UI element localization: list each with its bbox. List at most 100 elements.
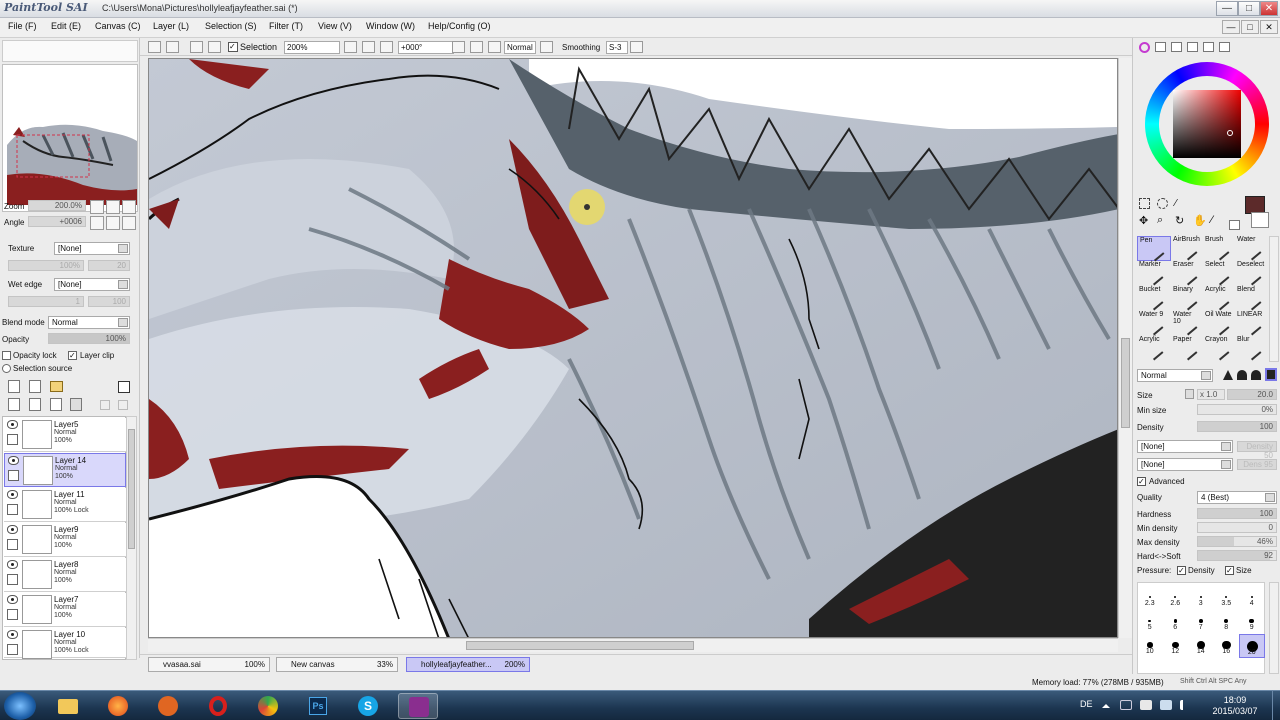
menu-selection[interactable]: Selection (S) [205, 21, 257, 31]
eye-icon[interactable] [7, 490, 18, 499]
show-desktop-button[interactable] [1272, 691, 1280, 720]
brush-shape-density[interactable]: Density 50 [1237, 441, 1277, 460]
min-size-slider[interactable]: 0% [1197, 404, 1277, 415]
brush-texture-density[interactable]: Dens 95 [1237, 459, 1277, 470]
tool-acrylic[interactable]: Acrylic [1203, 286, 1237, 311]
layer-select-checkbox[interactable] [7, 434, 18, 445]
horizontal-scroll-thumb[interactable] [466, 641, 694, 650]
flip-view-button[interactable] [540, 41, 553, 53]
tool-grid-scrollbar[interactable] [1269, 236, 1279, 362]
zoom-out-button[interactable] [90, 200, 104, 214]
blend-mode-select[interactable]: Normal [48, 316, 130, 329]
layer-select-checkbox[interactable] [7, 644, 18, 655]
zoom-fit-button[interactable] [380, 41, 393, 53]
canvas-vertical-scrollbar[interactable] [1118, 58, 1132, 638]
chrome-like-icon[interactable] [248, 693, 288, 719]
rotate-ccw-button[interactable] [452, 41, 465, 53]
texture-scale-slider[interactable]: 100% [8, 260, 84, 271]
new-layer-icon[interactable] [8, 380, 20, 393]
hard-soft-slider[interactable]: 92 [1197, 550, 1277, 561]
brush-mode-select[interactable]: Normal [1137, 369, 1213, 382]
layer-item[interactable]: Layer 10 Normal 100% Lock [4, 628, 126, 659]
start-button[interactable] [4, 692, 36, 720]
menu-canvas[interactable]: Canvas (C) [95, 21, 141, 31]
transfer-down-icon[interactable] [8, 398, 20, 411]
tool-pen[interactable]: Pen [1137, 236, 1171, 262]
texture-density-slider[interactable]: 20 [88, 260, 130, 271]
undo-button[interactable] [148, 41, 161, 53]
maximize-button[interactable]: □ [1238, 1, 1260, 16]
size-multiplier[interactable]: x 1.0 [1197, 389, 1225, 400]
photoshop-icon[interactable]: Ps [298, 693, 338, 719]
redo-button[interactable] [166, 41, 179, 53]
selection-checkbox[interactable]: ✓ [228, 42, 238, 52]
pressure-density-checkbox[interactable]: ✓ [1177, 566, 1186, 575]
color-wheel[interactable] [1145, 62, 1269, 186]
tool-airbrush[interactable]: AirBrush [1171, 236, 1205, 261]
brush-size-preset[interactable]: 10 [1137, 634, 1163, 658]
layer-down-icon[interactable] [118, 400, 128, 410]
eye-icon[interactable] [7, 420, 18, 429]
smoothing-field[interactable]: S-3 [606, 41, 628, 54]
layer-list-scroll-thumb[interactable] [128, 429, 135, 549]
brush-size-preset[interactable]: 2.6 [1163, 586, 1189, 610]
tool-deselect[interactable]: Deselect [1235, 261, 1269, 286]
brush-size-preset[interactable]: 20 [1239, 634, 1265, 658]
opacity-lock-checkbox[interactable] [2, 351, 11, 360]
clear-layer-icon[interactable] [50, 398, 62, 411]
menu-filter[interactable]: Filter (T) [269, 21, 303, 31]
clock[interactable]: 18:09 2015/03/07 [1200, 695, 1270, 717]
pen-icon[interactable] [8, 470, 19, 481]
zoom-field[interactable]: 200% [284, 41, 340, 54]
eye-icon[interactable] [7, 595, 18, 604]
hsv-slider-icon[interactable] [1171, 42, 1182, 52]
canvas-horizontal-scrollbar[interactable] [148, 638, 1118, 652]
app-icon[interactable] [148, 693, 188, 719]
angle-slider[interactable]: +0006 [28, 216, 86, 227]
rotate-left-button[interactable] [90, 216, 104, 230]
quality-select[interactable]: 4 (Best) [1197, 491, 1277, 504]
tool-paper[interactable]: Paper [1171, 336, 1205, 361]
menu-help[interactable]: Help/Config (O) [428, 21, 491, 31]
zoom-reset-button[interactable] [122, 200, 136, 214]
eye-icon[interactable] [7, 525, 18, 534]
size-slider[interactable]: 20.0 [1227, 389, 1277, 400]
rotate-cw-button[interactable] [470, 41, 483, 53]
tool-eraser[interactable]: Eraser [1171, 261, 1205, 286]
mixer-icon[interactable] [1187, 42, 1198, 52]
tool-crayon[interactable]: Crayon [1203, 336, 1237, 361]
vertical-scroll-thumb[interactable] [1121, 338, 1130, 428]
brush-size-preset[interactable]: 2.3 [1137, 586, 1163, 610]
secondary-color-swatch[interactable] [1251, 212, 1269, 228]
menu-layer[interactable]: Layer (L) [153, 21, 189, 31]
swatches-icon[interactable] [1203, 42, 1214, 52]
paint-tool-sai-icon[interactable] [398, 693, 438, 719]
menu-file[interactable]: File (F) [8, 21, 37, 31]
tip-flat-icon[interactable] [1265, 368, 1277, 381]
advanced-checkbox[interactable]: ✓ [1137, 477, 1146, 486]
menu-view[interactable]: View (V) [318, 21, 352, 31]
texture-select[interactable]: [None] [54, 242, 130, 255]
brush-size-preset[interactable]: 9 [1239, 610, 1265, 634]
tool-water-9[interactable]: Water 9 [1137, 311, 1171, 336]
rotate-reset-tb-button[interactable] [488, 41, 501, 53]
min-density-slider[interactable]: 0 [1197, 522, 1277, 533]
layer-select-checkbox[interactable] [7, 504, 18, 515]
tip-soft-icon[interactable] [1251, 370, 1261, 380]
saturation-value-square[interactable] [1173, 90, 1241, 158]
tool-acrylic-2[interactable]: Acrylic [1137, 336, 1171, 361]
drawing-canvas[interactable] [148, 58, 1118, 638]
doc-close-button[interactable]: ✕ [1260, 20, 1278, 34]
view-mode-field[interactable]: Normal [504, 41, 536, 54]
layer-item[interactable]: Layer8 Normal 100% [4, 558, 126, 592]
layer-item[interactable]: Layer9 Normal 100% [4, 523, 126, 557]
color-wheel-icon[interactable] [1139, 42, 1150, 53]
minimize-button[interactable]: — [1216, 1, 1238, 16]
language-indicator[interactable]: DE [1080, 699, 1093, 709]
rotate-right-button[interactable] [106, 216, 120, 230]
tool-blur[interactable]: Blur [1235, 336, 1269, 361]
opera-icon[interactable] [198, 693, 238, 719]
zoom-in-tb-button[interactable] [362, 41, 375, 53]
tool-water-10[interactable]: Water 10 [1171, 311, 1205, 336]
move-icon[interactable]: ✥ [1139, 214, 1148, 227]
